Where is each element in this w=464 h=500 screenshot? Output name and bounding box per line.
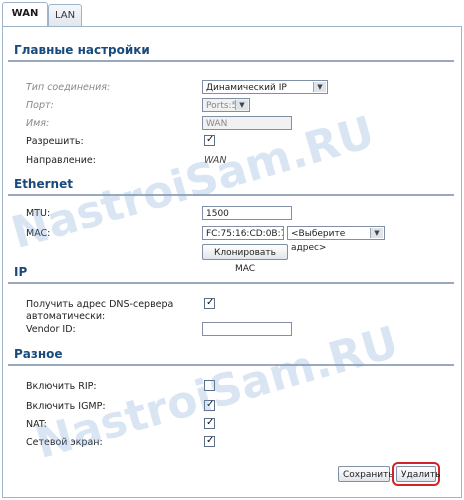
name-label: Имя: <box>26 118 50 129</box>
port-select[interactable]: Ports:5 ▼ <box>202 98 250 112</box>
connection-type-label: Тип соединения: <box>26 82 111 93</box>
mac-address-select[interactable]: <Выберите адрес> ▼ <box>287 226 385 253</box>
chevron-down-icon: ▼ <box>313 82 326 92</box>
enable-checkbox[interactable]: ✓ <box>204 134 215 146</box>
direction-label: Направление: <box>26 155 96 166</box>
section-title: Разное <box>14 347 63 361</box>
section-ip: IP <box>8 264 454 284</box>
save-button[interactable]: Сохранить <box>338 466 394 482</box>
tab-wan[interactable]: WAN <box>2 2 48 27</box>
section-main-settings: Главные настройки <box>8 42 454 62</box>
tab-lan[interactable]: LAN <box>48 4 82 27</box>
checkmark-icon: ✓ <box>206 297 215 308</box>
rip-label: Включить RIP: <box>26 381 97 392</box>
chevron-down-icon: ▼ <box>235 100 248 110</box>
delete-button[interactable]: Удалить <box>396 466 440 482</box>
section-title: Главные настройки <box>14 43 150 57</box>
name-input[interactable]: WAN <box>202 116 292 130</box>
section-title: Ethernet <box>14 177 73 191</box>
port-value: Ports:5 <box>206 101 238 111</box>
enable-label: Разрешить: <box>26 136 84 147</box>
vendor-id-label: Vendor ID: <box>26 324 76 335</box>
mtu-input[interactable]: 1500 <box>202 206 292 220</box>
dns-auto-checkbox[interactable]: ✓ <box>204 297 215 309</box>
checkmark-icon: ✓ <box>206 134 215 145</box>
mac-input[interactable]: FC:75:16:CD:0B:7E <box>202 226 284 240</box>
connection-type-value: Динамический IP <box>206 83 287 93</box>
vendor-id-input[interactable] <box>202 322 292 336</box>
port-label: Порт: <box>26 100 54 111</box>
connection-type-select[interactable]: Динамический IP ▼ <box>202 80 328 94</box>
chevron-down-icon: ▼ <box>370 228 383 238</box>
checkmark-icon: ✓ <box>206 435 215 446</box>
clone-mac-button[interactable]: Клонировать MAC <box>202 244 288 274</box>
firewall-checkbox[interactable]: ✓ <box>204 435 215 447</box>
section-title: IP <box>14 265 28 279</box>
dns-auto-label-line1: Получить адрес DNS-сервера <box>26 299 174 310</box>
dns-auto-label-line2: автоматически: <box>26 311 106 322</box>
